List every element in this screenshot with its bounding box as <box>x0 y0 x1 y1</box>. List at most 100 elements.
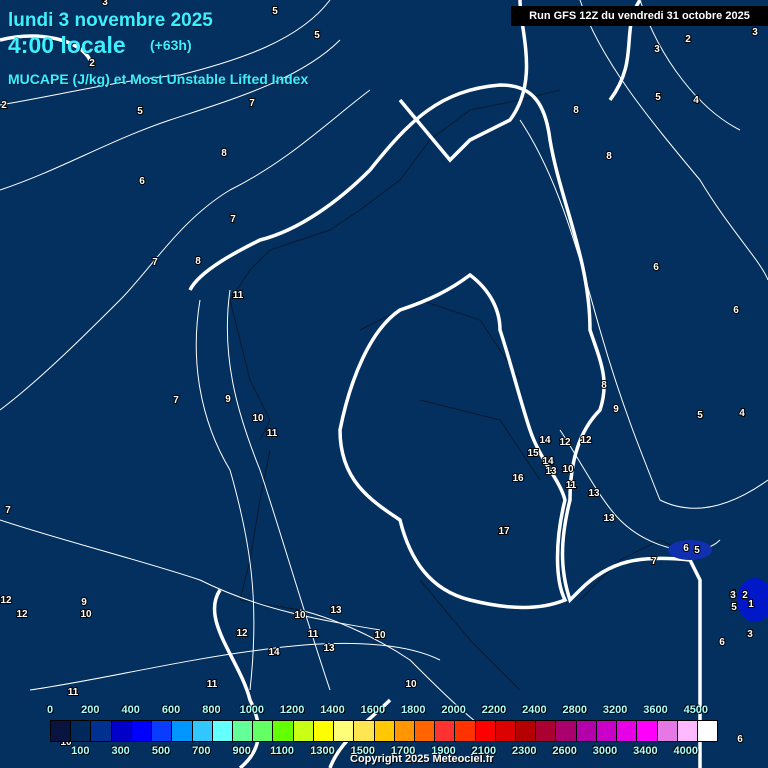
contour-label: 11 <box>233 290 244 301</box>
legend-tick-label: 2000 <box>441 704 466 716</box>
legend-swatch <box>495 721 517 741</box>
legend-tick-label: 900 <box>232 745 251 757</box>
contour-label: 10 <box>252 413 264 424</box>
contour-label: 15 <box>527 448 539 459</box>
legend-swatch <box>516 721 537 741</box>
legend-swatch <box>414 721 436 741</box>
legend-swatch <box>455 721 476 741</box>
contour-label: 11 <box>566 480 577 491</box>
contour-label: 8 <box>195 256 201 267</box>
legend-swatch <box>253 721 274 741</box>
legend-swatch <box>293 721 314 741</box>
contour-label: 9 <box>613 404 619 415</box>
contour-label: 13 <box>330 605 342 616</box>
contour-label: 6 <box>719 637 725 648</box>
contour-label: 9 <box>225 394 231 405</box>
contour-label: 12 <box>16 609 28 620</box>
legend-tick-label: 700 <box>192 745 211 757</box>
legend-tick-label: 4500 <box>683 704 709 716</box>
legend-tick-label: 1800 <box>401 704 426 716</box>
legend-swatch <box>374 721 395 741</box>
contour-label: 3 <box>730 590 736 601</box>
contour-label: 2 <box>89 58 95 69</box>
contour-label: 5 <box>694 545 700 556</box>
contour-label: 6 <box>733 305 739 316</box>
contour-label: 13 <box>323 643 335 654</box>
legend-swatch <box>334 721 355 741</box>
legend-tick-label: 1100 <box>270 745 295 757</box>
legend-tick-label: 3400 <box>633 745 658 757</box>
contour-label: 17 <box>498 526 510 537</box>
contour-label: 13 <box>603 513 615 524</box>
contour-label: 8 <box>573 105 579 116</box>
contour-label: 6 <box>653 262 659 273</box>
contour-label: 12 <box>580 435 592 446</box>
contour-label: 5 <box>731 602 737 613</box>
contour-label: 10 <box>405 679 417 690</box>
contour-label: 8 <box>601 380 607 391</box>
forecast-date: lundi 3 novembre 2025 <box>8 10 213 31</box>
legend-swatch <box>212 721 233 741</box>
legend-swatch <box>131 721 153 741</box>
contour-label: 12 <box>0 595 12 606</box>
legend-tick-label: 1200 <box>279 704 305 716</box>
legend-tick-label: 2100 <box>471 745 497 757</box>
legend-tick-label: 2600 <box>552 745 577 757</box>
contour-label: 6 <box>139 176 145 187</box>
forecast-time: 4:00 locale <box>8 32 126 58</box>
contour-label: 7 <box>651 556 657 567</box>
contour-label: 10 <box>80 609 92 620</box>
legend-swatch <box>232 721 254 741</box>
legend-tick-label: 1000 <box>239 704 265 716</box>
contour-label: 4 <box>739 408 745 419</box>
legend-tick-label: 300 <box>111 745 130 757</box>
legend-swatch <box>698 721 718 741</box>
legend-tick-label: 2300 <box>512 745 537 757</box>
color-legend <box>50 720 718 742</box>
contour-label: 12 <box>559 437 571 448</box>
legend-swatch <box>435 721 456 741</box>
legend-swatch <box>273 721 294 741</box>
legend-swatch <box>354 721 375 741</box>
contour-label: 10 <box>562 464 574 475</box>
legend-swatch <box>556 721 577 741</box>
contour-label: 14 <box>268 647 280 658</box>
legend-swatch <box>677 721 698 741</box>
contour-label: 10 <box>374 630 386 641</box>
legend-tick-label: 1700 <box>390 745 416 757</box>
legend-swatch <box>152 721 173 741</box>
contour-label: 11 <box>267 428 278 439</box>
legend-tick-label: 200 <box>81 704 100 716</box>
legend-tick-label: 1500 <box>350 745 376 757</box>
legend-tick-label: 2200 <box>481 704 507 716</box>
contour-label: 9 <box>81 597 87 608</box>
contour-label: 7 <box>173 395 179 406</box>
legend-swatch <box>576 721 597 741</box>
legend-tick-label: 1300 <box>310 745 335 757</box>
legend-tick-label: 1600 <box>360 704 386 716</box>
contour-label: 6 <box>737 734 743 745</box>
contour-label: 16 <box>512 473 524 484</box>
legend-tick-label: 2400 <box>522 704 547 716</box>
contour-label: 5 <box>655 92 661 103</box>
contour-label: 6 <box>683 543 689 554</box>
legend-swatch <box>192 721 213 741</box>
contour-label: 13 <box>588 488 600 499</box>
contour-label: 5 <box>272 6 278 17</box>
legend-swatch <box>596 721 618 741</box>
legend-tick-label: 1900 <box>431 745 456 757</box>
legend-swatch <box>394 721 415 741</box>
contour-labels: 32553235 425788 8677 811667 910115 414 12 12891… <box>0 0 759 749</box>
legend-tick-label: 3600 <box>643 704 668 716</box>
legend-tick-label: 4000 <box>673 745 698 757</box>
contour-label: 3 <box>654 44 660 55</box>
legend-swatch <box>91 721 112 741</box>
contour-label: 2 <box>1 100 7 111</box>
legend-tick-label: 500 <box>151 745 171 757</box>
legend-swatch <box>111 721 132 741</box>
contour-label: 7 <box>230 214 236 225</box>
contour-label: 11 <box>68 687 79 698</box>
contour-label: 11 <box>308 629 319 640</box>
contour-label: 5 <box>697 410 703 421</box>
legend-swatch <box>536 721 557 741</box>
